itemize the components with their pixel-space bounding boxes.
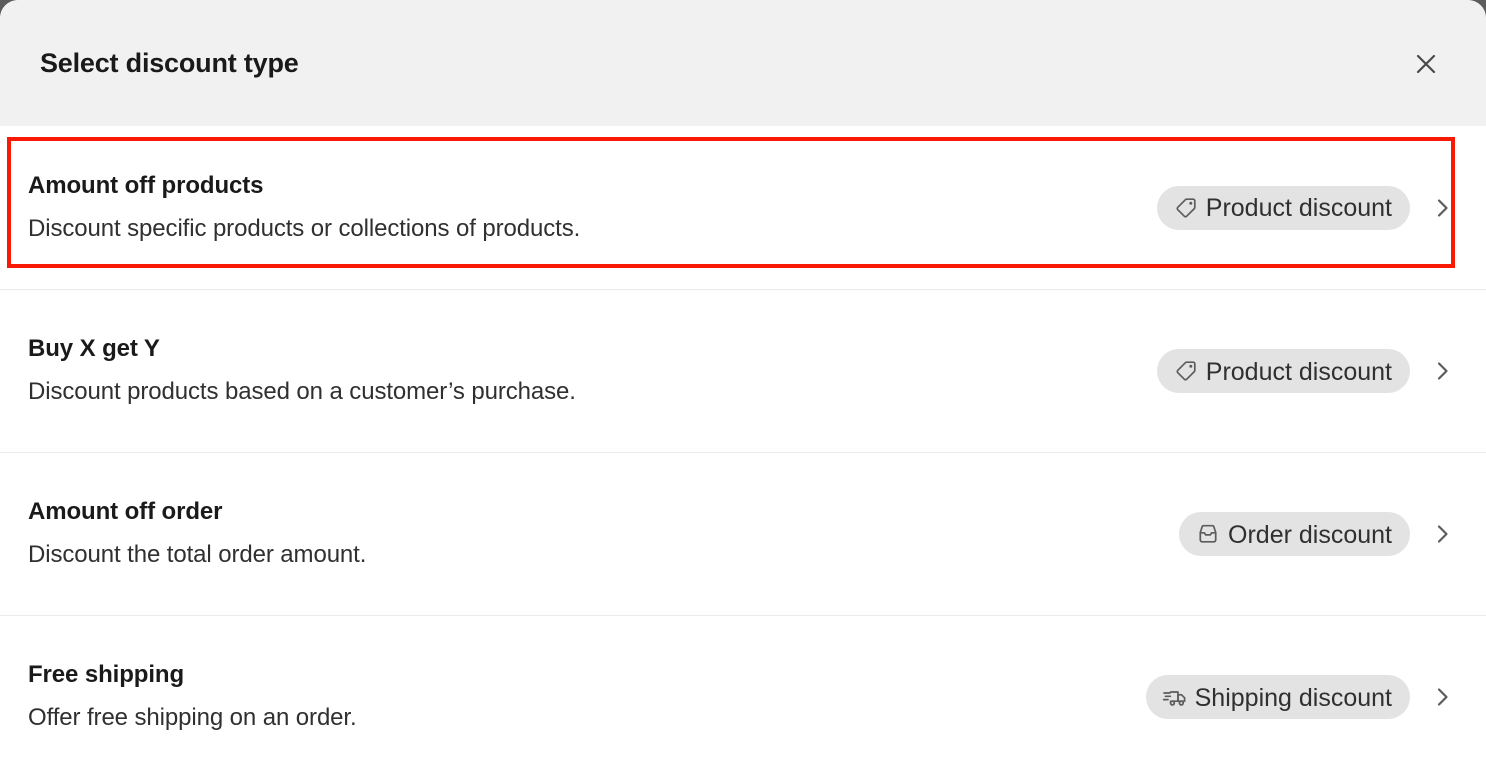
inbox-icon [1195,521,1221,547]
chevron-right-icon[interactable] [1420,675,1464,719]
tag-icon [1173,358,1199,384]
list-item[interactable]: Buy X get Y Discount products based on a… [0,289,1486,452]
status-badge-label: Order discount [1228,520,1392,549]
close-button[interactable] [1406,44,1446,84]
list-item[interactable]: Amount off products Discount specific pr… [0,126,1486,289]
modal-header: Select discount type [0,0,1486,126]
list-item-title: Free shipping [28,661,185,689]
list-item-text: Amount off products Discount specific pr… [0,172,1157,244]
list-item-meta: Shipping discount [1145,675,1486,719]
delivery-truck-icon [1162,684,1188,710]
list-item-description: Discount products based on a customer’s … [28,378,576,405]
status-badge-label: Product discount [1205,357,1392,386]
discount-type-list: Amount off products Discount specific pr… [0,126,1486,768]
status-badge-label: Product discount [1205,194,1392,222]
list-item-description: Discount specific products or collection… [28,214,581,242]
chevron-right-icon[interactable] [1420,349,1464,393]
list-item-description: Offer free shipping on an order. [28,704,357,731]
list-item-meta: Product discount [1156,349,1486,393]
list-item-meta: Product discount [1156,185,1486,230]
status-badge: Product discount [1156,185,1410,230]
chevron-right-icon[interactable] [1420,512,1464,556]
page-title: Select discount type [40,47,299,78]
close-icon [1412,50,1440,78]
list-item-text: Free shipping Offer free shipping on an … [0,661,1146,733]
list-item-text: Amount off order Discount the total orde… [0,498,1179,570]
tag-icon [1173,195,1199,221]
list-item-title: Amount off order [28,498,223,526]
chevron-right-icon[interactable] [1420,186,1464,230]
status-badge: Product discount [1156,349,1410,393]
list-item-title: Amount off products [28,171,264,199]
status-badge: Order discount [1179,512,1410,556]
list-item-meta: Order discount [1179,512,1486,556]
list-item[interactable]: Amount off order Discount the total orde… [0,452,1486,615]
list-item-description: Discount the total order amount. [28,541,367,568]
list-item-title: Buy X get Y [28,335,160,363]
status-badge-label: Shipping discount [1194,683,1392,712]
list-item-text: Buy X get Y Discount products based on a… [0,335,1157,407]
status-badge: Shipping discount [1145,675,1410,719]
list-item[interactable]: Free shipping Offer free shipping on an … [0,615,1486,768]
select-discount-type-modal: Select discount type Amount off products… [0,0,1486,768]
